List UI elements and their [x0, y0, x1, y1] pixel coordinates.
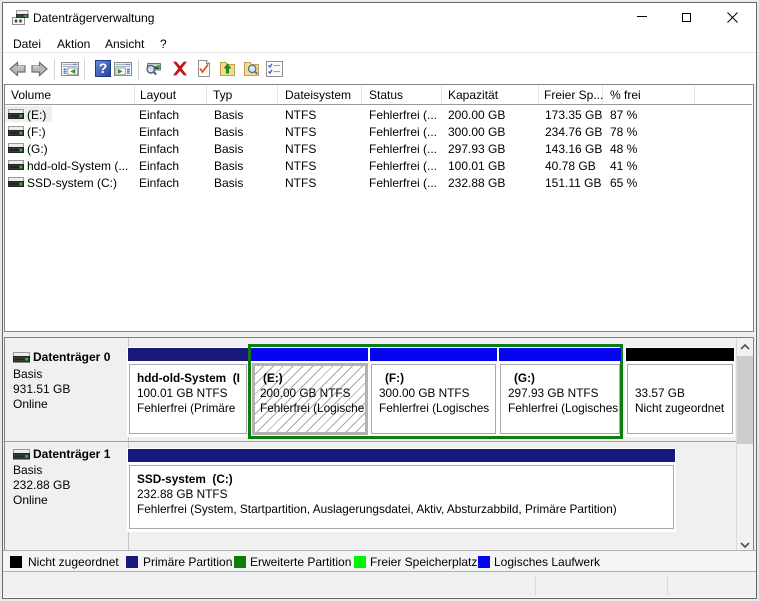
svg-text:?: ?: [99, 60, 108, 76]
